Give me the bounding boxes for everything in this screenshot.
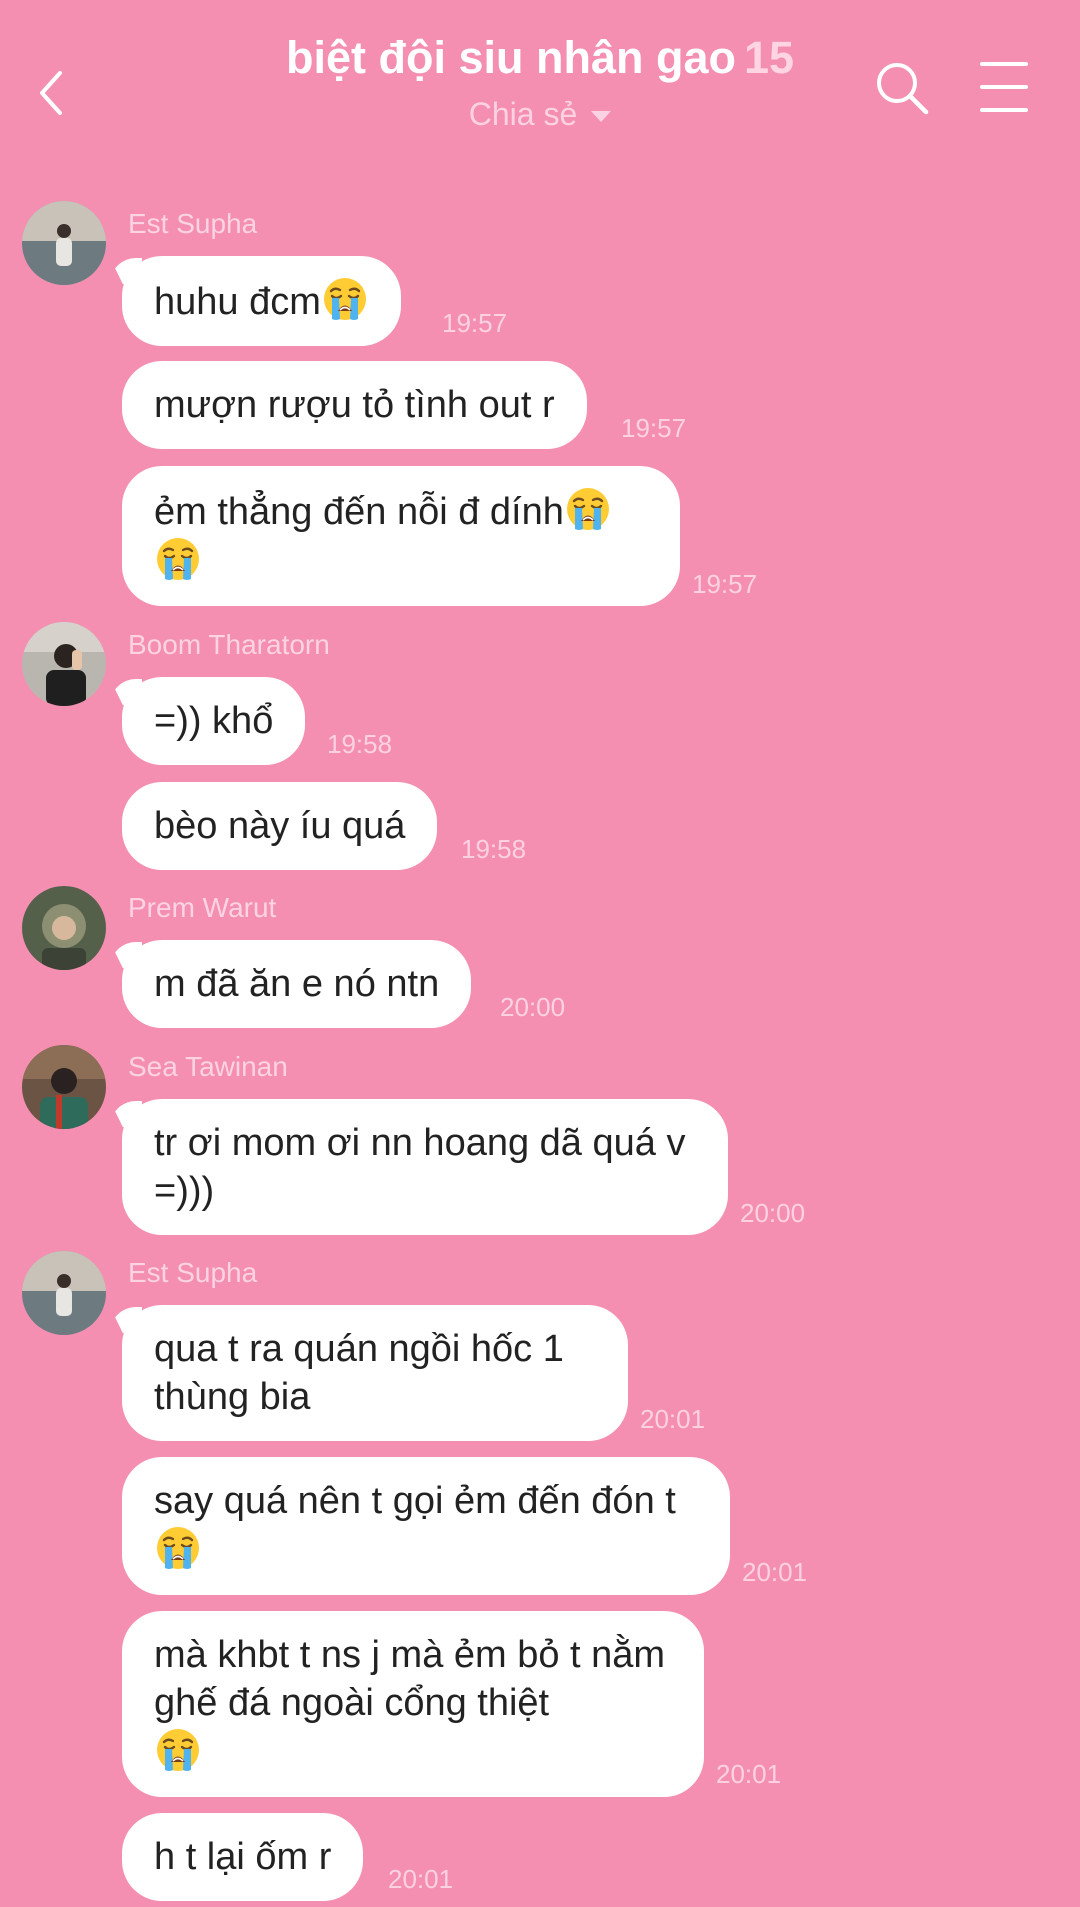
message-time: 19:58 [327, 729, 393, 759]
message-text: h t lại ốm r [154, 1836, 332, 1878]
message-bubble[interactable]: say quá nên t gọi ẻm đến đón t [122, 1457, 730, 1595]
message-text: tr ơi mom ơi nn hoang dã quá v =))) [154, 1122, 697, 1212]
message-bubble[interactable]: bèo này íu quá [122, 782, 438, 870]
message-bubble[interactable]: mà khbt t ns j mà ẻm bỏ t nằm ghế đá ngo… [122, 1611, 704, 1797]
message-bubble[interactable]: tr ơi mom ơi nn hoang dã quá v =))) [122, 1099, 728, 1235]
message-list: Est Supha huhu đcm 19:57 mượn rượu tỏ tì… [0, 0, 1080, 1907]
message-text: huhu đcm [154, 281, 321, 323]
message-time: 20:01 [388, 1864, 454, 1894]
message-time: 20:01 [742, 1557, 808, 1587]
avatar-est-supha[interactable] [22, 1251, 106, 1335]
message-time: 19:57 [442, 308, 508, 338]
message-text: bèo này íu quá [154, 805, 406, 847]
message-time: 20:00 [740, 1198, 806, 1228]
message-time: 20:00 [500, 992, 566, 1022]
avatar-photo [22, 622, 106, 706]
avatar-boom-tharatorn[interactable] [22, 622, 106, 706]
message-bubble[interactable]: =)) khổ [122, 677, 306, 765]
crying-face-icon [155, 1727, 201, 1773]
crying-face-icon [565, 486, 611, 532]
message-time: 20:01 [640, 1404, 706, 1434]
message-text: m đã ăn e nó ntn [154, 963, 440, 1005]
avatar-photo [22, 886, 106, 970]
message-time: 20:01 [716, 1759, 782, 1789]
avatar-est-supha[interactable] [22, 201, 106, 285]
message-bubble[interactable]: huhu đcm [122, 256, 401, 346]
avatar-photo [22, 201, 106, 285]
message-time: 19:57 [692, 569, 758, 599]
message-text: ẻm thẳng đến nỗi đ dính [154, 491, 564, 533]
sender-name: Sea Tawinan [128, 1051, 288, 1082]
message-time: 19:57 [621, 413, 687, 443]
message-bubble[interactable]: qua t ra quán ngồi hốc 1 thùng bia [122, 1305, 628, 1441]
crying-face-icon [322, 276, 368, 322]
message-text: mà khbt t ns j mà ẻm bỏ t nằm ghế đá ngo… [154, 1634, 676, 1724]
message-text: qua t ra quán ngồi hốc 1 thùng bia [154, 1328, 575, 1418]
crying-face-icon [155, 1525, 201, 1571]
avatar-prem-warut[interactable] [22, 886, 106, 970]
message-bubble[interactable]: h t lại ốm r [122, 1813, 364, 1901]
message-bubble[interactable]: mượn rượu tỏ tình out r [122, 361, 587, 449]
sender-name: Prem Warut [128, 892, 277, 923]
avatar-sea-tawinan[interactable] [22, 1045, 106, 1129]
message-text: say quá nên t gọi ẻm đến đón t [154, 1480, 676, 1522]
message-text: =)) khổ [154, 700, 274, 742]
sender-name: Est Supha [128, 1257, 258, 1288]
message-time: 19:58 [461, 834, 527, 864]
message-bubble[interactable]: ẻm thẳng đến nỗi đ dính [122, 466, 680, 606]
avatar-photo [22, 1045, 106, 1129]
message-bubble[interactable]: m đã ăn e nó ntn [122, 940, 472, 1028]
message-text: mượn rượu tỏ tình out r [154, 384, 555, 426]
sender-name: Est Supha [128, 208, 258, 239]
crying-face-icon [155, 536, 201, 582]
avatar-photo [22, 1251, 106, 1335]
sender-name: Boom Tharatorn [128, 629, 330, 660]
